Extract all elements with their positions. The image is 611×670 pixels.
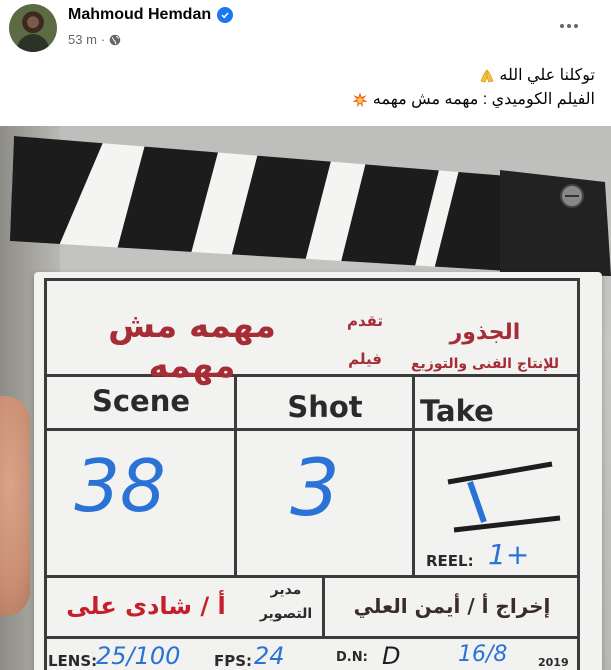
finger: [0, 396, 30, 616]
public-globe-icon: [109, 34, 121, 45]
more-options-icon[interactable]: [557, 14, 581, 38]
take-mark: [447, 461, 561, 533]
post-time[interactable]: 53 m: [68, 32, 97, 47]
author-row: Mahmoud Hemdan: [68, 6, 234, 24]
reel-value: 1+: [488, 538, 530, 571]
post-header: Mahmoud Hemdan 53 m ·: [0, 0, 611, 60]
post-text-line-1: توكلنا علي الله: [352, 64, 595, 88]
post-text: توكلنا علي الله الفيلم الكوميدي : مهمه م…: [352, 64, 595, 112]
collision-emoji-icon: [352, 92, 368, 107]
clapper-stick: [10, 136, 611, 276]
author-name[interactable]: Mahmoud Hemdan: [68, 6, 211, 24]
take-label: Take: [420, 394, 494, 428]
shot-value: 3: [290, 444, 340, 534]
company-subtitle: للإنتاج الفنى والتوزيع: [410, 356, 560, 372]
post-text-line-2: الفيلم الكوميدي : مهمه مش مهمه: [352, 88, 595, 112]
fps-value: 24: [254, 642, 285, 670]
dn-value: D: [382, 642, 401, 670]
dop-name: أ / شادى على: [66, 592, 226, 620]
scene-label: Scene: [91, 384, 191, 418]
dn-label: D.N:: [336, 650, 368, 665]
shot-label: Shot: [287, 390, 363, 424]
year-value: 2019: [538, 656, 569, 669]
lens-value: 25/100: [96, 642, 181, 670]
folded-hands-emoji-icon: [480, 69, 494, 83]
film-title: مهمه مش مهمه: [108, 306, 276, 386]
date-value: 16/8: [458, 642, 508, 667]
verified-badge-icon: [217, 7, 234, 23]
director-credit: إخراج أ / أيمن العلي: [353, 594, 551, 618]
dop-title-bottom: التصوير: [259, 606, 313, 622]
scene-value: 38: [74, 444, 166, 528]
company-name: الجذور: [449, 320, 521, 345]
fps-label: FPS:: [214, 652, 253, 670]
post-meta: 53 m ·: [68, 32, 121, 47]
lens-label: LENS:: [48, 652, 98, 670]
reel-label: REEL:: [426, 552, 474, 570]
author-avatar[interactable]: [9, 4, 57, 52]
post-photo[interactable]: مهمه مش مهمه تقدم فيلم الجذور للإنتاج ال…: [0, 126, 611, 670]
dop-title-top: مدير: [270, 582, 302, 598]
presents-bottom: فيلم: [348, 350, 382, 368]
separator-dot: ·: [100, 32, 106, 47]
presents-top: تقدم: [346, 312, 384, 330]
